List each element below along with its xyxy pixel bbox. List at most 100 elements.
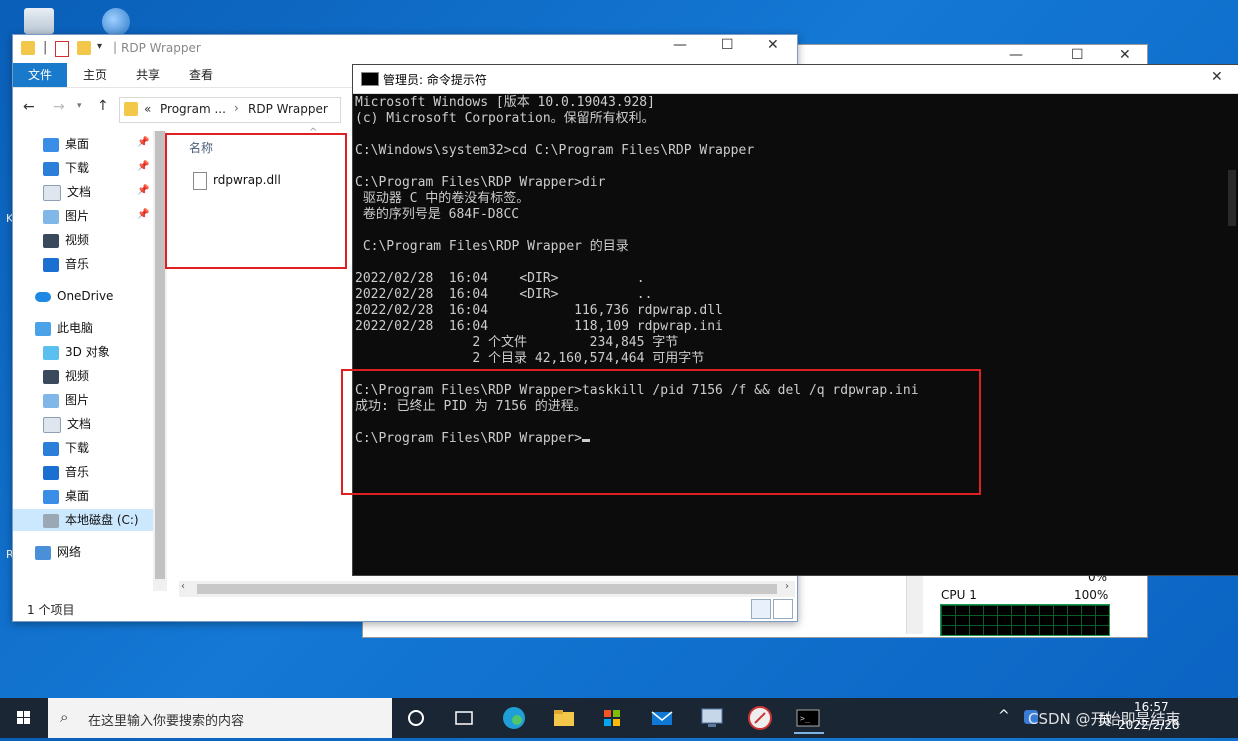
sidebar-item-downloads[interactable]: 下载 xyxy=(43,157,89,179)
app-compass-icon[interactable] xyxy=(746,704,774,732)
sidebar-item-music[interactable]: 音乐 xyxy=(43,461,89,483)
new-folder-icon[interactable] xyxy=(77,41,91,55)
up-arrow-icon[interactable]: ↑ xyxy=(97,98,109,114)
tab-home[interactable]: 主页 xyxy=(83,63,107,87)
pictures-icon xyxy=(43,209,59,224)
sidebar-item-this-pc[interactable]: 此电脑 xyxy=(35,317,93,339)
cmd-console[interactable]: Microsoft Windows [版本 10.0.19043.928] (c… xyxy=(353,93,1238,575)
nav-scrollbar-thumb[interactable] xyxy=(155,131,165,579)
sidebar-item-network[interactable]: 网络 xyxy=(35,541,81,563)
tab-file[interactable]: 文件 xyxy=(13,63,67,87)
maximize-icon[interactable]: ☐ xyxy=(1071,47,1084,63)
pin-icon[interactable]: 📌 xyxy=(137,209,149,220)
console-line: (c) Microsoft Corporation。保留所有权利。 xyxy=(355,111,655,126)
close-icon[interactable]: ✕ xyxy=(1211,69,1223,85)
store-icon[interactable] xyxy=(598,704,626,732)
cmd-titlebar[interactable]: 管理员: 命令提示符 ✕ xyxy=(353,65,1238,94)
network-globe-icon[interactable] xyxy=(102,8,130,36)
recycle-bin-icon[interactable] xyxy=(24,8,54,34)
cmd-taskbar-icon[interactable]: >_ xyxy=(794,704,824,734)
edge-icon[interactable] xyxy=(500,704,528,732)
close-icon[interactable]: ✕ xyxy=(1119,47,1131,63)
sidebar-item-local-disk[interactable]: 本地磁盘 (C:) xyxy=(13,509,153,531)
console-scrollbar-thumb[interactable] xyxy=(1228,170,1236,226)
breadcrumb-overflow[interactable]: « xyxy=(144,102,151,116)
sidebar-item-3d-objects[interactable]: 3D 对象 xyxy=(43,341,110,363)
cpu-max-label: 100% xyxy=(1074,588,1109,602)
console-line: 2022/02/28 16:04 <DIR> .. xyxy=(355,287,653,302)
tab-share[interactable]: 共享 xyxy=(136,63,160,87)
search-box[interactable]: ⌕ 在这里输入你要搜索的内容 xyxy=(48,698,392,738)
documents-icon xyxy=(43,184,61,201)
show-hidden-icons-icon[interactable]: ^ xyxy=(998,708,1010,724)
separator: | xyxy=(113,40,118,54)
documents-icon xyxy=(43,416,61,433)
recent-dropdown-icon[interactable]: ▾ xyxy=(77,101,82,111)
highlight-box xyxy=(165,133,347,269)
console-line: C:\Program Files\RDP Wrapper>dir xyxy=(355,175,606,190)
breadcrumb-item[interactable]: Program ... xyxy=(160,102,226,116)
cmd-window[interactable]: 管理员: 命令提示符 ✕ Microsoft Windows [版本 10.0.… xyxy=(341,64,1238,576)
horizontal-scrollbar-thumb[interactable] xyxy=(197,584,777,594)
ime-indicator[interactable]: 英 xyxy=(1098,710,1111,729)
cortana-icon[interactable] xyxy=(402,704,430,732)
cpu-graph xyxy=(940,604,1110,636)
sidebar-item-documents[interactable]: 文档 xyxy=(43,181,91,203)
close-icon[interactable]: ✕ xyxy=(767,37,779,53)
sidebar-item-pictures[interactable]: 图片 xyxy=(43,389,89,411)
pin-icon[interactable]: 📌 xyxy=(137,185,149,196)
sidebar-item-desktop[interactable]: 桌面 xyxy=(43,133,89,155)
sidebar-item-pictures[interactable]: 图片 xyxy=(43,205,89,227)
video-icon xyxy=(43,233,59,248)
pictures-icon xyxy=(43,393,59,408)
tab-view[interactable]: 查看 xyxy=(189,63,213,87)
large-icons-view-icon[interactable] xyxy=(773,599,793,619)
task-manager-scrollbar[interactable] xyxy=(906,572,923,634)
console-line: Microsoft Windows [版本 10.0.19043.928] xyxy=(355,95,655,110)
search-placeholder: 在这里输入你要搜索的内容 xyxy=(88,714,245,729)
minimize-icon[interactable]: — xyxy=(673,37,687,53)
sidebar-item-videos[interactable]: 视频 xyxy=(43,229,89,251)
task-view-icon[interactable] xyxy=(450,704,478,732)
console-line: 2022/02/28 16:04 118,109 rdpwrap.ini xyxy=(355,319,723,334)
sidebar-item-downloads[interactable]: 下载 xyxy=(43,437,89,459)
pin-icon[interactable]: 📌 xyxy=(137,161,149,172)
folder-icon xyxy=(21,41,35,55)
computer-icon xyxy=(35,321,51,336)
scroll-left-icon[interactable]: ‹ xyxy=(181,581,185,592)
remote-desktop-icon[interactable] xyxy=(698,704,726,732)
quick-access-dropdown-icon[interactable]: ▾ xyxy=(97,41,102,52)
minimize-icon[interactable]: — xyxy=(1009,47,1023,63)
video-icon xyxy=(43,369,59,384)
sidebar-item-onedrive[interactable]: OneDrive xyxy=(35,285,113,307)
explorer-titlebar[interactable]: | ▾ | RDP Wrapper — ☐ ✕ xyxy=(13,35,797,63)
sidebar-item-music[interactable]: 音乐 xyxy=(43,253,89,275)
file-explorer-icon[interactable] xyxy=(550,704,578,732)
scroll-right-icon[interactable]: › xyxy=(785,581,789,592)
console-line: C:\Program Files\RDP Wrapper 的目录 xyxy=(355,239,629,254)
properties-icon[interactable] xyxy=(55,41,69,57)
mail-icon[interactable] xyxy=(648,704,676,732)
windows-logo-icon xyxy=(17,711,30,724)
start-button[interactable] xyxy=(0,698,48,738)
details-view-icon[interactable] xyxy=(751,599,771,619)
3d-objects-icon xyxy=(43,345,59,360)
desktop-icon xyxy=(43,489,59,504)
maximize-icon[interactable]: ☐ xyxy=(721,37,734,53)
status-item-count: 1 个项目 xyxy=(27,603,75,617)
address-bar[interactable]: « Program ... › RDP Wrapper xyxy=(119,97,341,123)
sidebar-item-desktop[interactable]: 桌面 xyxy=(43,485,89,507)
sidebar-item-videos[interactable]: 视频 xyxy=(43,365,89,387)
svg-text:>_: >_ xyxy=(800,714,810,723)
clock-date[interactable]: 2022/2/28 xyxy=(1118,718,1180,732)
breadcrumb-item[interactable]: RDP Wrapper xyxy=(248,102,328,116)
sidebar-item-documents[interactable]: 文档 xyxy=(43,413,91,435)
navigation-pane: 桌面 📌 下载 📌 文档 📌 图片 📌 视频 音乐 OneDrive 此电脑 3… xyxy=(13,131,153,591)
separator: | xyxy=(43,40,48,55)
desktop-icon xyxy=(43,137,59,152)
back-arrow-icon[interactable]: ← xyxy=(23,99,35,115)
pin-icon[interactable]: 📌 xyxy=(137,137,149,148)
clock-time[interactable]: 16:57 xyxy=(1134,700,1169,714)
cmd-icon xyxy=(361,72,379,86)
forward-arrow-icon[interactable]: → xyxy=(53,99,65,115)
